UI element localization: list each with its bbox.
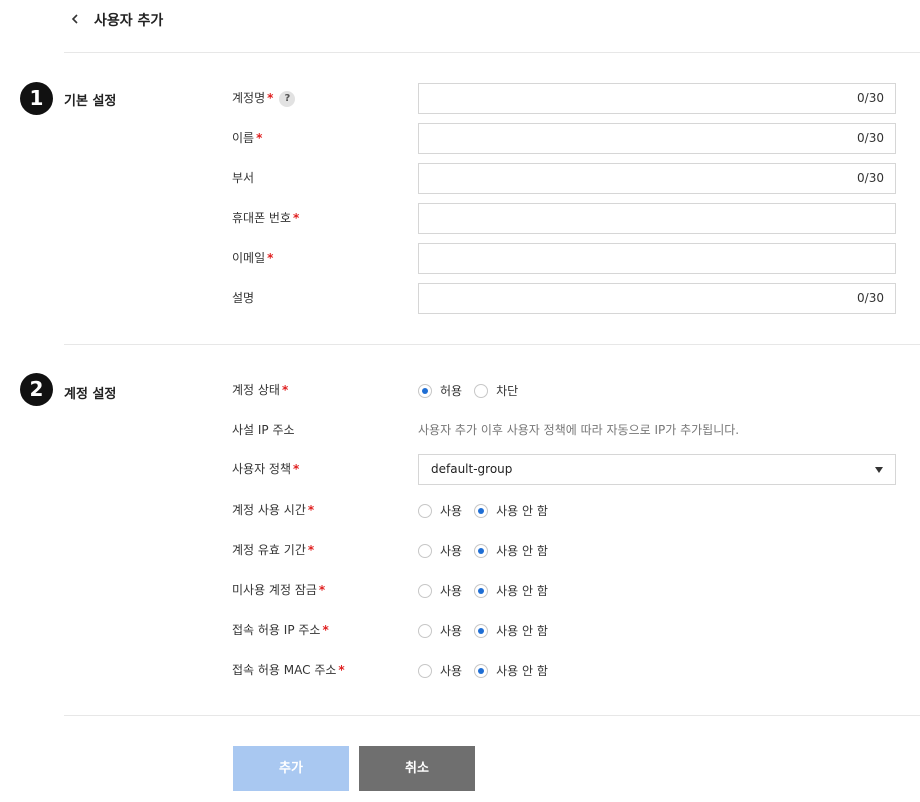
required-mark: * bbox=[293, 211, 300, 225]
phone-input[interactable] bbox=[418, 203, 896, 234]
field-row-private-ip: 사설 IP 주소 사용자 추가 이후 사용자 정책에 따라 자동으로 IP가 추… bbox=[0, 415, 920, 446]
field-row-usage-time: 계정 사용 시간 * 사용 사용 안 함 bbox=[0, 495, 920, 526]
chevron-left-icon[interactable] bbox=[68, 12, 82, 26]
field-row-inactive-lock: 미사용 계정 잠금 * 사용 사용 안 함 bbox=[0, 575, 920, 606]
radio-unchecked-icon[interactable] bbox=[418, 503, 432, 518]
description-input[interactable]: 0/30 bbox=[418, 283, 896, 314]
radio-checked-icon[interactable] bbox=[474, 623, 489, 638]
required-mark: * bbox=[256, 131, 263, 145]
allowed-ip-radio-group: 사용 사용 안 함 bbox=[418, 615, 560, 646]
radio-option-not-use[interactable]: 사용 안 함 bbox=[474, 582, 548, 599]
cancel-button[interactable]: 취소 bbox=[359, 746, 475, 791]
field-label: 부서 bbox=[232, 171, 255, 185]
radio-unchecked-icon[interactable] bbox=[474, 383, 489, 398]
radio-option-use[interactable]: 사용 bbox=[418, 542, 462, 559]
char-counter: 0/30 bbox=[857, 171, 884, 185]
field-label: 사설 IP 주소 bbox=[232, 423, 295, 437]
field-row-department: 부서 0/30 bbox=[0, 163, 920, 194]
field-row-phone: 휴대폰 번호 * bbox=[0, 203, 920, 234]
field-label: 계정 상태 * bbox=[232, 383, 289, 397]
private-ip-info-text: 사용자 추가 이후 사용자 정책에 따라 자동으로 IP가 추가됩니다. bbox=[418, 423, 740, 437]
field-label: 이름 * bbox=[232, 131, 263, 145]
inactive-lock-radio-group: 사용 사용 안 함 bbox=[418, 575, 560, 606]
radio-option-block[interactable]: 차단 bbox=[474, 382, 518, 399]
allowed-mac-radio-group: 사용 사용 안 함 bbox=[418, 655, 560, 686]
field-label: 설명 bbox=[232, 291, 255, 305]
radio-option-use[interactable]: 사용 bbox=[418, 502, 462, 519]
field-label: 미사용 계정 잠금 * bbox=[232, 583, 326, 597]
required-mark: * bbox=[293, 462, 300, 476]
radio-option-use[interactable]: 사용 bbox=[418, 622, 462, 639]
required-mark: * bbox=[307, 543, 315, 557]
radio-unchecked-icon[interactable] bbox=[418, 543, 432, 558]
radio-option-allow[interactable]: 허용 bbox=[418, 382, 462, 399]
caret-down-icon bbox=[875, 467, 883, 473]
account-status-radio-group: 허용 차단 bbox=[418, 375, 530, 406]
radio-option-not-use[interactable]: 사용 안 함 bbox=[474, 542, 548, 559]
field-label: 사용자 정책 * bbox=[232, 462, 300, 476]
radio-option-not-use[interactable]: 사용 안 함 bbox=[474, 502, 548, 519]
radio-unchecked-icon[interactable] bbox=[418, 663, 432, 678]
radio-unchecked-icon[interactable] bbox=[418, 583, 432, 598]
radio-checked-icon[interactable] bbox=[474, 543, 489, 558]
field-row-email: 이메일 * bbox=[0, 243, 920, 274]
divider bbox=[64, 52, 920, 53]
field-row-description: 설명 0/30 bbox=[0, 283, 920, 314]
radio-option-use[interactable]: 사용 bbox=[418, 662, 462, 679]
field-row-account-name: 계정명 *? 0/30 bbox=[0, 83, 920, 114]
divider bbox=[64, 344, 920, 345]
required-mark: * bbox=[322, 623, 329, 637]
radio-checked-icon[interactable] bbox=[474, 663, 489, 678]
field-row-allowed-ip: 접속 허용 IP 주소 * 사용 사용 안 함 bbox=[0, 615, 920, 646]
field-row-allowed-mac: 접속 허용 MAC 주소 * 사용 사용 안 함 bbox=[0, 655, 920, 686]
page-header: 사용자 추가 bbox=[0, 0, 920, 52]
char-counter: 0/30 bbox=[857, 131, 884, 145]
account-name-input[interactable]: 0/30 bbox=[418, 83, 896, 114]
field-row-account-status: 계정 상태 * 허용 차단 bbox=[0, 375, 920, 406]
char-counter: 0/30 bbox=[857, 91, 884, 105]
select-value: default-group bbox=[431, 462, 513, 476]
email-input[interactable] bbox=[418, 243, 896, 274]
required-mark: * bbox=[281, 383, 289, 397]
field-label: 계정 유효 기간 * bbox=[232, 543, 315, 557]
radio-option-use[interactable]: 사용 bbox=[418, 582, 462, 599]
name-input[interactable]: 0/30 bbox=[418, 123, 896, 154]
field-label: 계정명 *? bbox=[232, 83, 296, 114]
field-label: 계정 사용 시간 * bbox=[232, 503, 315, 517]
radio-checked-icon[interactable] bbox=[418, 383, 432, 398]
char-counter: 0/30 bbox=[857, 291, 884, 305]
field-row-user-policy: 사용자 정책 * default-group bbox=[0, 454, 920, 485]
field-row-name: 이름 * 0/30 bbox=[0, 123, 920, 154]
radio-unchecked-icon[interactable] bbox=[418, 623, 432, 638]
field-label: 접속 허용 IP 주소 * bbox=[232, 623, 329, 637]
page-title: 사용자 추가 bbox=[94, 13, 164, 29]
field-label: 이메일 * bbox=[232, 251, 274, 265]
required-mark: * bbox=[338, 663, 345, 677]
required-mark: * bbox=[267, 251, 274, 265]
radio-option-not-use[interactable]: 사용 안 함 bbox=[474, 622, 548, 639]
department-input[interactable]: 0/30 bbox=[418, 163, 896, 194]
field-row-validity-period: 계정 유효 기간 * 사용 사용 안 함 bbox=[0, 535, 920, 566]
field-label: 접속 허용 MAC 주소 * bbox=[232, 663, 345, 677]
radio-checked-icon[interactable] bbox=[474, 503, 489, 518]
validity-period-radio-group: 사용 사용 안 함 bbox=[418, 535, 560, 566]
user-policy-select[interactable]: default-group bbox=[418, 454, 896, 485]
help-icon[interactable]: ? bbox=[279, 90, 296, 107]
field-label: 휴대폰 번호 * bbox=[232, 211, 300, 225]
radio-checked-icon[interactable] bbox=[474, 583, 489, 598]
divider bbox=[64, 715, 920, 716]
required-mark: * bbox=[267, 91, 274, 105]
required-mark: * bbox=[307, 503, 315, 517]
usage-time-radio-group: 사용 사용 안 함 bbox=[418, 495, 560, 526]
radio-option-not-use[interactable]: 사용 안 함 bbox=[474, 662, 548, 679]
required-mark: * bbox=[318, 583, 326, 597]
add-button[interactable]: 추가 bbox=[233, 746, 349, 791]
